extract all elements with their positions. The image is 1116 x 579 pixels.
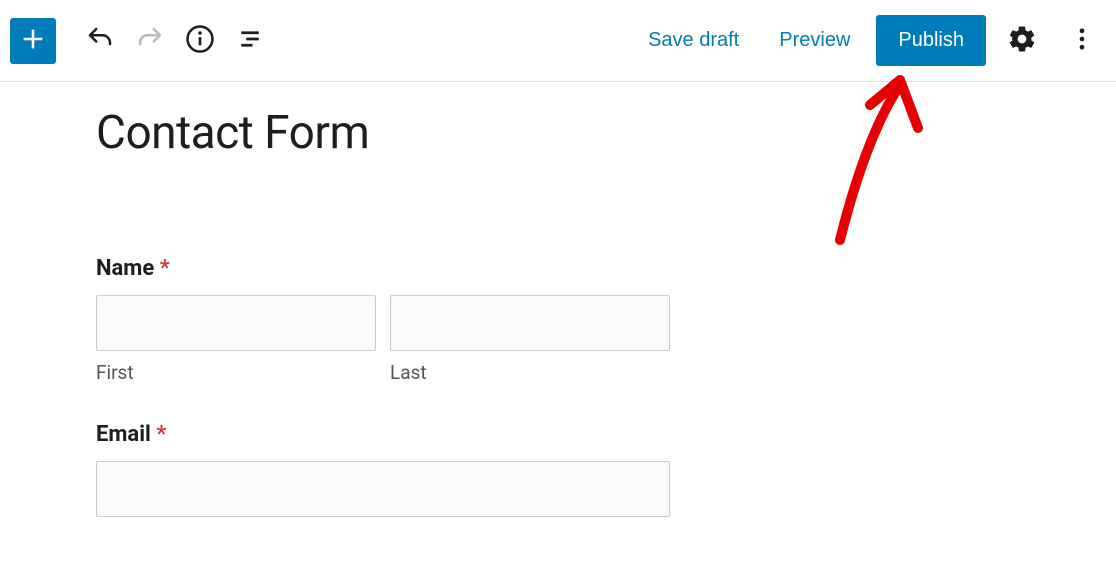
- preview-button[interactable]: Preview: [765, 19, 864, 62]
- email-label-text: Email: [96, 422, 151, 447]
- email-field-group: Email *: [96, 422, 1020, 517]
- info-icon: [185, 24, 215, 57]
- undo-icon: [85, 24, 115, 57]
- name-field-group: Name * First Last: [96, 256, 1020, 384]
- settings-button[interactable]: [998, 17, 1046, 65]
- name-label-text: Name: [96, 256, 154, 281]
- publish-button[interactable]: Publish: [876, 15, 986, 66]
- info-button[interactable]: [176, 17, 224, 65]
- editor-toolbar: Save draft Preview Publish: [0, 0, 1116, 82]
- more-options-button[interactable]: [1058, 17, 1106, 65]
- add-block-button[interactable]: [10, 18, 56, 64]
- first-name-column: First: [96, 295, 376, 384]
- last-name-column: Last: [390, 295, 670, 384]
- outline-button[interactable]: [226, 17, 274, 65]
- email-label: Email *: [96, 422, 1020, 447]
- editor-content: Contact Form Name * First Last Email *: [0, 82, 1116, 579]
- undo-button[interactable]: [76, 17, 124, 65]
- plus-icon: [19, 25, 47, 56]
- toolbar-left-group: [10, 17, 274, 65]
- outline-icon: [235, 24, 265, 57]
- more-vertical-icon: [1068, 25, 1096, 56]
- first-name-sublabel: First: [96, 361, 376, 384]
- email-input[interactable]: [96, 461, 670, 517]
- required-mark: *: [160, 256, 170, 281]
- toolbar-right-group: Save draft Preview Publish: [634, 15, 1106, 66]
- save-draft-button[interactable]: Save draft: [634, 19, 753, 62]
- redo-button[interactable]: [126, 17, 174, 65]
- first-name-input[interactable]: [96, 295, 376, 351]
- required-mark: *: [156, 422, 166, 447]
- gear-icon: [1007, 24, 1037, 57]
- page-title[interactable]: Contact Form: [96, 106, 1020, 160]
- redo-icon: [135, 24, 165, 57]
- last-name-input[interactable]: [390, 295, 670, 351]
- name-inputs-row: First Last: [96, 295, 1020, 384]
- last-name-sublabel: Last: [390, 361, 670, 384]
- name-label: Name *: [96, 256, 1020, 281]
